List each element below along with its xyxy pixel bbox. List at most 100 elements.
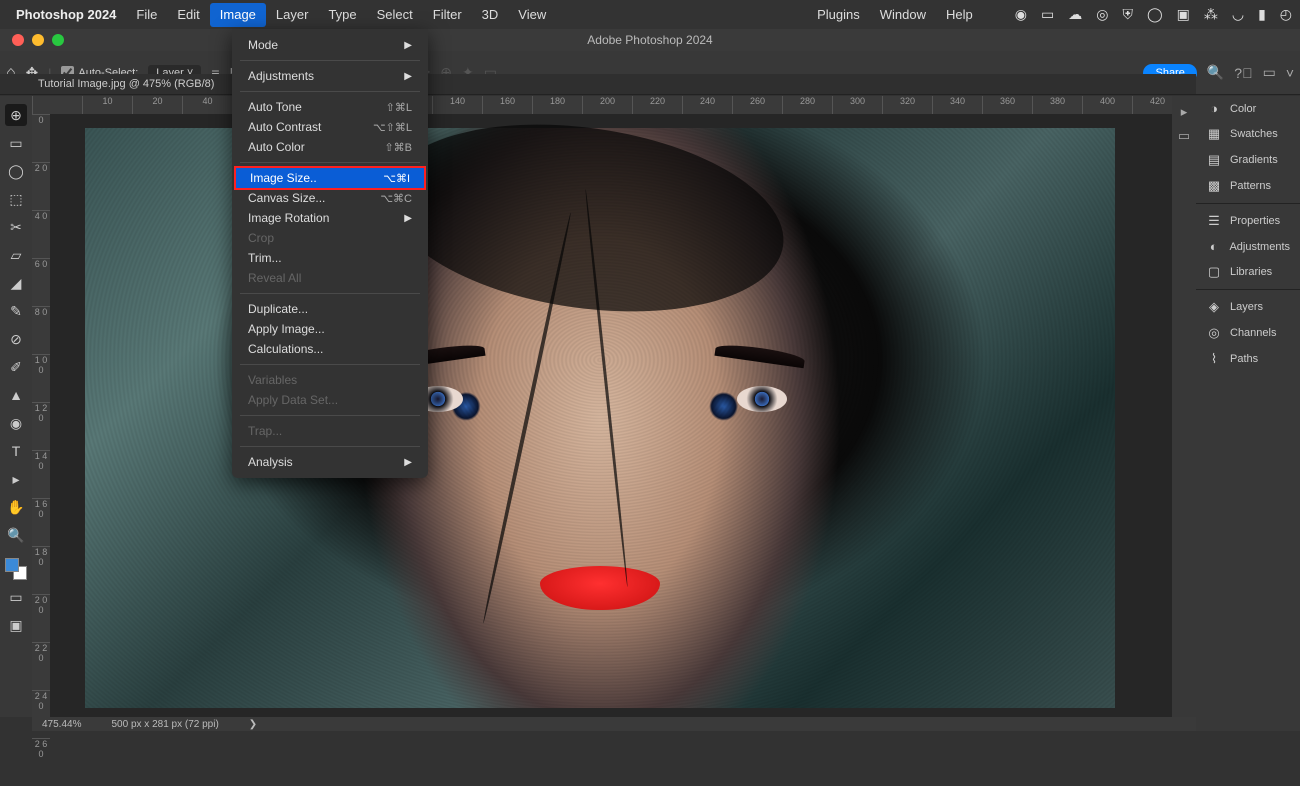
menuitem-trim-[interactable]: Trim... xyxy=(232,248,428,268)
menuitem-calculations-[interactable]: Calculations... xyxy=(232,339,428,359)
menu-file[interactable]: File xyxy=(126,3,167,27)
menu-edit[interactable]: Edit xyxy=(167,3,209,27)
app-name: Photoshop 2024 xyxy=(16,7,116,22)
panel-swatches[interactable]: ▦Swatches xyxy=(1196,121,1300,147)
menuitem-image-size-[interactable]: Image Size..⌥⌘I xyxy=(234,166,426,190)
canvas-area[interactable] xyxy=(50,114,1196,717)
layers-icon: ◈ xyxy=(1206,299,1222,315)
panel-properties[interactable]: ☰Properties xyxy=(1196,208,1300,234)
tool-5[interactable]: ▱ xyxy=(5,244,27,266)
menu-help[interactable]: Help xyxy=(936,3,983,27)
tabwell-icon-2[interactable]: ▭ xyxy=(1178,128,1190,144)
status-bar: 475.44% 500 px x 281 px (72 ppi) ❯ xyxy=(32,717,1196,731)
properties-icon: ☰ xyxy=(1206,213,1222,229)
paths-icon: ⌇ xyxy=(1206,351,1222,367)
menubar-status-icons: ◉ ▭ ☁ ◎ ⛨ ◯ ▣ ⁂ ◡ ▮ ◴ xyxy=(1015,6,1292,23)
menuitem-duplicate-[interactable]: Duplicate... xyxy=(232,299,428,319)
ruler-horizontal[interactable]: 1020406080100120140160180200220240260280… xyxy=(32,96,1196,114)
panel-paths[interactable]: ⌇Paths xyxy=(1196,346,1300,372)
libraries-icon: ▢ xyxy=(1206,264,1222,280)
control-center-icon[interactable]: ◴ xyxy=(1280,6,1292,23)
gradients-icon: ▤ xyxy=(1206,152,1222,168)
menu-plugins[interactable]: Plugins xyxy=(807,3,870,27)
cc-icon[interactable]: ◎ xyxy=(1096,6,1108,23)
panels-dock: ◑Color▦Swatches▤Gradients▩Patterns ☰Prope… xyxy=(1196,96,1300,731)
panel-layers[interactable]: ◈Layers xyxy=(1196,294,1300,320)
mode-toggle-0[interactable]: ▭ xyxy=(5,586,27,608)
panel-tabwell: ▸ ▭ xyxy=(1172,96,1196,731)
panel-patterns[interactable]: ▩Patterns xyxy=(1196,173,1300,199)
search-icon[interactable]: 🔍 xyxy=(1207,64,1224,81)
tool-2[interactable]: ◯ xyxy=(5,160,27,182)
status-chevron-icon[interactable]: ❯ xyxy=(249,719,257,730)
app-icon[interactable]: ▣ xyxy=(1177,6,1190,23)
sync-icon[interactable]: ◯ xyxy=(1147,6,1163,23)
workspace-icon[interactable]: ▭ xyxy=(1263,64,1276,81)
toolbox: ⊕ ▭ ◯ ⬚ ✂ ▱ ◢ ✎ ⊘ ✐ ▲ ◉ T ▸ ✋ 🔍 ▭ ▣ xyxy=(0,96,32,717)
menuitem-apply-image-[interactable]: Apply Image... xyxy=(232,319,428,339)
record-icon[interactable]: ◉ xyxy=(1015,6,1027,23)
panel-libraries[interactable]: ▢Libraries xyxy=(1196,259,1300,285)
tool-13[interactable]: ▸ xyxy=(5,468,27,490)
menuitem-variables: Variables xyxy=(232,370,428,390)
menuitem-auto-contrast[interactable]: Auto Contrast⌥⇧⌘L xyxy=(232,117,428,137)
tool-3[interactable]: ⬚ xyxy=(5,188,27,210)
maximize-window-button[interactable] xyxy=(52,34,64,46)
bluetooth-icon[interactable]: ⁂ xyxy=(1204,6,1218,23)
tool-7[interactable]: ✎ xyxy=(5,300,27,322)
tool-1[interactable]: ▭ xyxy=(5,132,27,154)
traffic-lights[interactable] xyxy=(12,34,64,46)
panel-channels[interactable]: ◎Channels xyxy=(1196,320,1300,346)
tool-8[interactable]: ⊘ xyxy=(5,328,27,350)
menu-3d[interactable]: 3D xyxy=(472,3,509,27)
panel-color[interactable]: ◑Color xyxy=(1196,96,1300,121)
tool-4[interactable]: ✂ xyxy=(5,216,27,238)
close-window-button[interactable] xyxy=(12,34,24,46)
menuitem-auto-tone[interactable]: Auto Tone⇧⌘L xyxy=(232,97,428,117)
window-title: Adobe Photoshop 2024 xyxy=(587,33,712,47)
document-tab[interactable]: Tutorial Image.jpg @ 475% (RGB/8) xyxy=(0,74,1196,94)
tool-6[interactable]: ◢ xyxy=(5,272,27,294)
zoom-value[interactable]: 475.44% xyxy=(42,719,81,730)
menuitem-auto-color[interactable]: Auto Color⇧⌘B xyxy=(232,137,428,157)
menu-view[interactable]: View xyxy=(508,3,556,27)
menuitem-trap-: Trap... xyxy=(232,421,428,441)
channels-icon: ◎ xyxy=(1206,325,1222,341)
menu-image[interactable]: Image xyxy=(210,3,266,27)
panel-adjustments[interactable]: ◐Adjustments xyxy=(1196,234,1300,259)
tabwell-icon-1[interactable]: ▸ xyxy=(1181,104,1188,120)
menuitem-image-rotation[interactable]: Image Rotation▶ xyxy=(232,208,428,228)
wifi-icon[interactable]: ◡ xyxy=(1232,6,1244,23)
menuitem-mode[interactable]: Mode▶ xyxy=(232,35,428,55)
battery-icon[interactable]: ▮ xyxy=(1258,6,1266,23)
menu-select[interactable]: Select xyxy=(367,3,423,27)
desktop-icon[interactable]: ▭ xyxy=(1041,6,1054,23)
menu-filter[interactable]: Filter xyxy=(423,3,472,27)
tool-12[interactable]: T xyxy=(5,440,27,462)
tool-11[interactable]: ◉ xyxy=(5,412,27,434)
menuitem-crop: Crop xyxy=(232,228,428,248)
tool-0[interactable]: ⊕ xyxy=(5,104,27,126)
tool-15[interactable]: 🔍 xyxy=(5,524,27,546)
ruler-vertical[interactable]: 02 04 06 08 01 0 01 2 01 4 01 6 01 8 02 … xyxy=(32,114,50,717)
doc-dimensions[interactable]: 500 px x 281 px (72 ppi) xyxy=(111,719,218,730)
tool-9[interactable]: ✐ xyxy=(5,356,27,378)
tool-14[interactable]: ✋ xyxy=(5,496,27,518)
image-menu-dropdown: Mode▶ Adjustments▶ Auto Tone⇧⌘LAuto Contra… xyxy=(232,29,428,478)
help-icon[interactable]: ?⃝ xyxy=(1234,65,1252,81)
menu-type[interactable]: Type xyxy=(318,3,366,27)
color-swatches[interactable] xyxy=(5,558,27,580)
tool-10[interactable]: ▲ xyxy=(5,384,27,406)
menu-window[interactable]: Window xyxy=(870,3,936,27)
menuitem-adjustments[interactable]: Adjustments▶ xyxy=(232,66,428,86)
cloud-icon[interactable]: ☁ xyxy=(1068,6,1082,23)
panel-gradients[interactable]: ▤Gradients xyxy=(1196,147,1300,173)
menuitem-analysis[interactable]: Analysis▶ xyxy=(232,452,428,472)
shield-icon[interactable]: ⛨ xyxy=(1122,6,1133,23)
patterns-icon: ▩ xyxy=(1206,178,1222,194)
minimize-window-button[interactable] xyxy=(32,34,44,46)
menu-layer[interactable]: Layer xyxy=(266,3,319,27)
workspace-chevron-icon[interactable]: ˅ xyxy=(1286,65,1294,81)
menuitem-canvas-size-[interactable]: Canvas Size...⌥⌘C xyxy=(232,188,428,208)
mode-toggle-1[interactable]: ▣ xyxy=(5,614,27,636)
